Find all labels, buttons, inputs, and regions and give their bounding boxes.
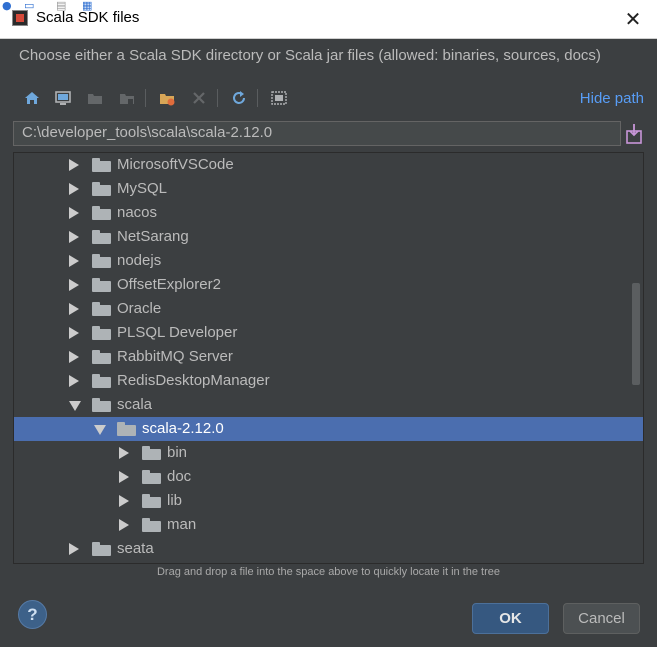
expand-arrow-right-icon[interactable] [69, 327, 79, 339]
folder-icon [92, 158, 111, 172]
folder-icon [92, 302, 111, 316]
tree-item[interactable]: nacos [14, 201, 643, 225]
folder-icon [142, 446, 161, 460]
tree-item[interactable]: Oracle [14, 297, 643, 321]
tree-item[interactable]: PLSQL Developer [14, 321, 643, 345]
expand-arrow-right-icon[interactable] [119, 447, 129, 459]
expand-arrow-right-icon[interactable] [69, 543, 79, 555]
refresh-icon[interactable] [227, 86, 251, 110]
scrollbar-thumb[interactable] [632, 283, 640, 385]
tree-item[interactable]: doc [14, 465, 643, 489]
help-button[interactable]: ? [18, 600, 47, 629]
path-input[interactable]: C:\developer_tools\scala\scala-2.12.0 [13, 121, 621, 146]
tree-item[interactable]: scala [14, 393, 643, 417]
show-hidden-icon[interactable] [267, 86, 291, 110]
tree-item[interactable]: RabbitMQ Server [14, 345, 643, 369]
tree-item-label: RedisDesktopManager [117, 372, 270, 389]
tree-item-label: MySQL [117, 180, 168, 197]
folder-icon [92, 326, 111, 340]
expand-arrow-right-icon[interactable] [69, 207, 79, 219]
tree-item-label: bin [167, 444, 188, 461]
folder-icon [92, 374, 111, 388]
folder-icon [92, 206, 111, 220]
folder-icon [92, 182, 111, 196]
dialog-description: Choose either a Scala SDK directory or S… [19, 47, 601, 64]
expand-arrow-right-icon[interactable] [69, 375, 79, 387]
new-folder-icon[interactable] [155, 86, 179, 110]
expand-arrow-right-icon[interactable] [69, 183, 79, 195]
tree-item[interactable]: bin [14, 441, 643, 465]
expand-arrow-right-icon[interactable] [119, 519, 129, 531]
tree-item[interactable]: man [14, 513, 643, 537]
tree-item-label: OffsetExplorer2 [117, 276, 221, 293]
expand-arrow-right-icon[interactable] [69, 303, 79, 315]
tree-item-label: NetSarang [117, 228, 189, 245]
toolbar-separator [257, 89, 258, 107]
tree-item[interactable]: NetSarang [14, 225, 643, 249]
folder-icon [92, 398, 111, 412]
tree-item-label: doc [167, 468, 192, 485]
microphone-icon[interactable]: ● [2, 0, 12, 11]
app-icon [12, 10, 28, 26]
tree-item[interactable]: nodejs [14, 249, 643, 273]
ok-button[interactable]: OK [472, 603, 549, 634]
tree-item-label: scala [117, 396, 153, 413]
tree-item-label: Oracle [117, 300, 162, 317]
tree-item-label: RabbitMQ Server [117, 348, 233, 365]
tree-item[interactable]: scala-2.12.0 [14, 417, 643, 441]
expand-arrow-right-icon[interactable] [69, 279, 79, 291]
close-button[interactable]: ✕ [615, 4, 651, 34]
expand-arrow-right-icon[interactable] [119, 471, 129, 483]
expand-arrow-right-icon[interactable] [69, 231, 79, 243]
folder-icon [142, 470, 161, 484]
folder-icon [117, 422, 136, 436]
folder-icon [92, 350, 111, 364]
folder-icon [92, 278, 111, 292]
module-folder-icon[interactable] [115, 86, 139, 110]
expand-arrow-down-icon[interactable] [94, 425, 106, 435]
expand-arrow-right-icon[interactable] [69, 351, 79, 363]
folder-icon [92, 542, 111, 556]
tree-item[interactable]: lib [14, 489, 643, 513]
path-history-icon[interactable] [625, 123, 643, 145]
folder-icon [92, 254, 111, 268]
folder-icon [92, 230, 111, 244]
tree-item-label: nacos [117, 204, 158, 221]
window-title: Scala SDK files [36, 9, 140, 26]
drag-drop-hint: Drag and drop a file into the space abov… [156, 566, 501, 578]
tree-item-label: man [167, 516, 197, 533]
tree-item-label: seata [117, 540, 154, 557]
expand-arrow-down-icon[interactable] [69, 401, 81, 411]
expand-arrow-right-icon[interactable] [69, 159, 79, 171]
hide-path-link[interactable]: Hide path [580, 90, 644, 107]
folder-icon [142, 494, 161, 508]
tree-item-label: PLSQL Developer [117, 324, 238, 341]
file-tree[interactable]: MicrosoftVSCode MySQL nacos NetSarang nodejs… [13, 152, 644, 564]
cancel-button[interactable]: Cancel [563, 603, 640, 634]
tree-item-label: nodejs [117, 252, 162, 269]
tree-item[interactable]: RedisDesktopManager [14, 369, 643, 393]
project-folder-icon[interactable] [83, 86, 107, 110]
tree-item[interactable]: MySQL [14, 177, 643, 201]
tree-item[interactable]: MicrosoftVSCode [14, 153, 643, 177]
folder-icon [142, 518, 161, 532]
home-icon[interactable] [20, 86, 44, 110]
tree-item-label: MicrosoftVSCode [117, 156, 234, 173]
title-bar: ● ▭ ▤ ▦ Scala SDK files ✕ [0, 0, 657, 39]
tree-item[interactable]: OffsetExplorer2 [14, 273, 643, 297]
expand-arrow-right-icon[interactable] [69, 255, 79, 267]
toolbar-separator [217, 89, 218, 107]
tree-item-label: lib [167, 492, 183, 509]
expand-arrow-right-icon[interactable] [119, 495, 129, 507]
toolbar-separator [145, 89, 146, 107]
delete-icon[interactable] [187, 86, 211, 110]
tree-item[interactable]: seata [14, 537, 643, 561]
desktop-icon[interactable] [51, 86, 75, 110]
tree-item-label: scala-2.12.0 [142, 420, 224, 437]
